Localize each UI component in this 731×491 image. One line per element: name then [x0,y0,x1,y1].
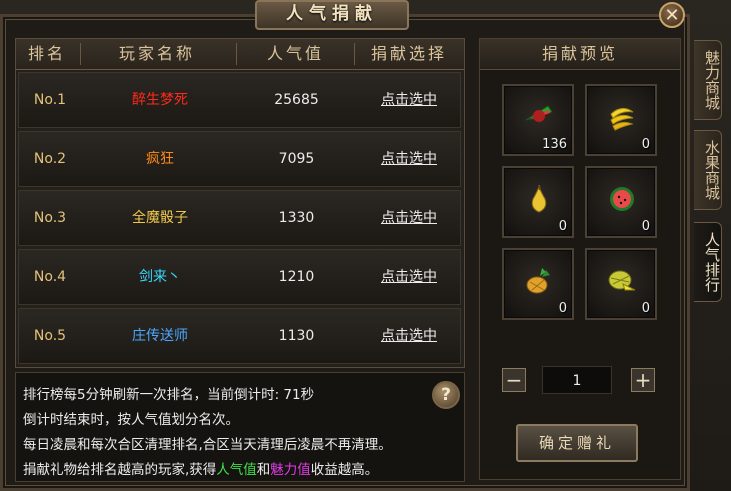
pineapple-icon [526,268,550,294]
rules-info-box: 排行榜每5分钟刷新一次排名，当前倒计时: 71秒 倒计时结束时，按人气值划分名次… [15,372,465,482]
rank-cell: No.2 [33,151,67,167]
item-slot-pineapple[interactable]: 0 [502,248,574,320]
header-divider [80,43,81,65]
table-header: 排名 玩家名称 人气值 捐献选择 [16,39,464,70]
rank-cell: No.1 [33,92,67,108]
durian-icon [608,270,636,291]
info-line: 排行榜每5分钟刷新一次排名，当前倒计时: 71秒 [23,387,315,403]
select-link[interactable]: 点击选中 [359,132,459,186]
info-text: 捐献礼物给排名越高的玩家,获得 [23,462,217,478]
info-text: 收益越高。 [310,462,379,478]
info-line: 倒计时结束时，按人气值划分名次。 [23,412,239,428]
item-count: 136 [542,137,567,152]
popularity-cell: 1130 [278,328,315,344]
select-link[interactable]: 点击选中 [359,250,459,304]
tab-fruit-shop[interactable]: 水果商城 [694,130,722,210]
player-name-cell: 醉生梦死 [132,92,188,108]
item-count: 0 [558,301,567,316]
header-divider [354,43,355,65]
player-name-cell: 剑来丶 [139,269,181,285]
item-count: 0 [558,219,567,234]
popularity-cell: 7095 [278,151,315,167]
help-button[interactable]: ? [432,381,460,409]
quantity-input[interactable]: 1 [542,366,612,394]
table-row: No.2 疯狂 7095 点击选中 [18,131,461,187]
table-row: No.5 庄传送师 1130 点击选中 [18,308,461,364]
watermelon-icon [610,187,634,211]
close-button[interactable]: ✕ [659,2,685,28]
select-link[interactable]: 点击选中 [359,309,459,363]
ranking-table: 排名 玩家名称 人气值 捐献选择 No.1 醉生梦死 25685 点击选中 No… [15,38,465,368]
donation-window: 人气捐献 ✕ 排名 玩家名称 人气值 捐献选择 No.1 醉生梦死 25685 … [0,0,731,491]
item-count: 0 [641,301,650,316]
tab-popularity-ranking[interactable]: 人气排行 [694,222,722,302]
player-name-cell: 庄传送师 [132,328,188,344]
table-row: No.4 剑来丶 1210 点击选中 [18,249,461,305]
item-count: 0 [641,219,650,234]
player-name-cell: 疯狂 [146,151,174,167]
popularity-cell: 1330 [278,210,315,226]
rank-cell: No.5 [33,328,67,344]
header-player-name: 玩家名称 [118,44,195,63]
decrease-quantity-button[interactable]: − [502,368,526,392]
info-line: 每日凌晨和每次合区清理排名,合区当天清理后凌晨不再清理。 [23,437,392,453]
item-slot-banana[interactable]: 0 [585,84,657,156]
header-popularity: 人气值 [266,44,324,63]
charm-highlight: 魅力值 [270,462,311,478]
header-divider [236,43,237,65]
item-count: 0 [641,137,650,152]
table-row: No.3 全魔骰子 1330 点击选中 [18,190,461,246]
confirm-gift-button[interactable]: 确定赠礼 [516,424,638,462]
popularity-cell: 1210 [278,269,315,285]
header-donate-select: 捐献选择 [370,44,447,63]
info-text: 和 [256,462,271,478]
info-line: 捐献礼物给排名越高的玩家,获得人气值和魅力值收益越高。 [23,458,378,478]
item-slot-watermelon-slice[interactable]: 136 [502,84,574,156]
item-slot-durian[interactable]: 0 [585,248,657,320]
rank-cell: No.4 [33,269,67,285]
player-name-cell: 全魔骰子 [132,210,188,226]
header-rank: 排名 [27,44,66,63]
select-link[interactable]: 点击选中 [359,191,459,245]
item-slot-pear[interactable]: 0 [502,166,574,238]
rank-cell: No.3 [33,210,67,226]
pear-icon [531,184,547,213]
popularity-cell: 25685 [274,92,319,108]
preview-title: 捐献预览 [480,39,680,70]
increase-quantity-button[interactable]: + [631,368,655,392]
table-row: No.1 醉生梦死 25685 点击选中 [18,72,461,128]
popularity-highlight: 人气值 [216,462,257,478]
watermelon-slice-icon [525,105,553,122]
tab-charm-shop[interactable]: 魅力商城 [694,40,722,120]
select-link[interactable]: 点击选中 [359,73,459,127]
window-title: 人气捐献 [255,0,409,30]
item-slot-watermelon[interactable]: 0 [585,166,657,238]
banana-icon [610,108,634,131]
